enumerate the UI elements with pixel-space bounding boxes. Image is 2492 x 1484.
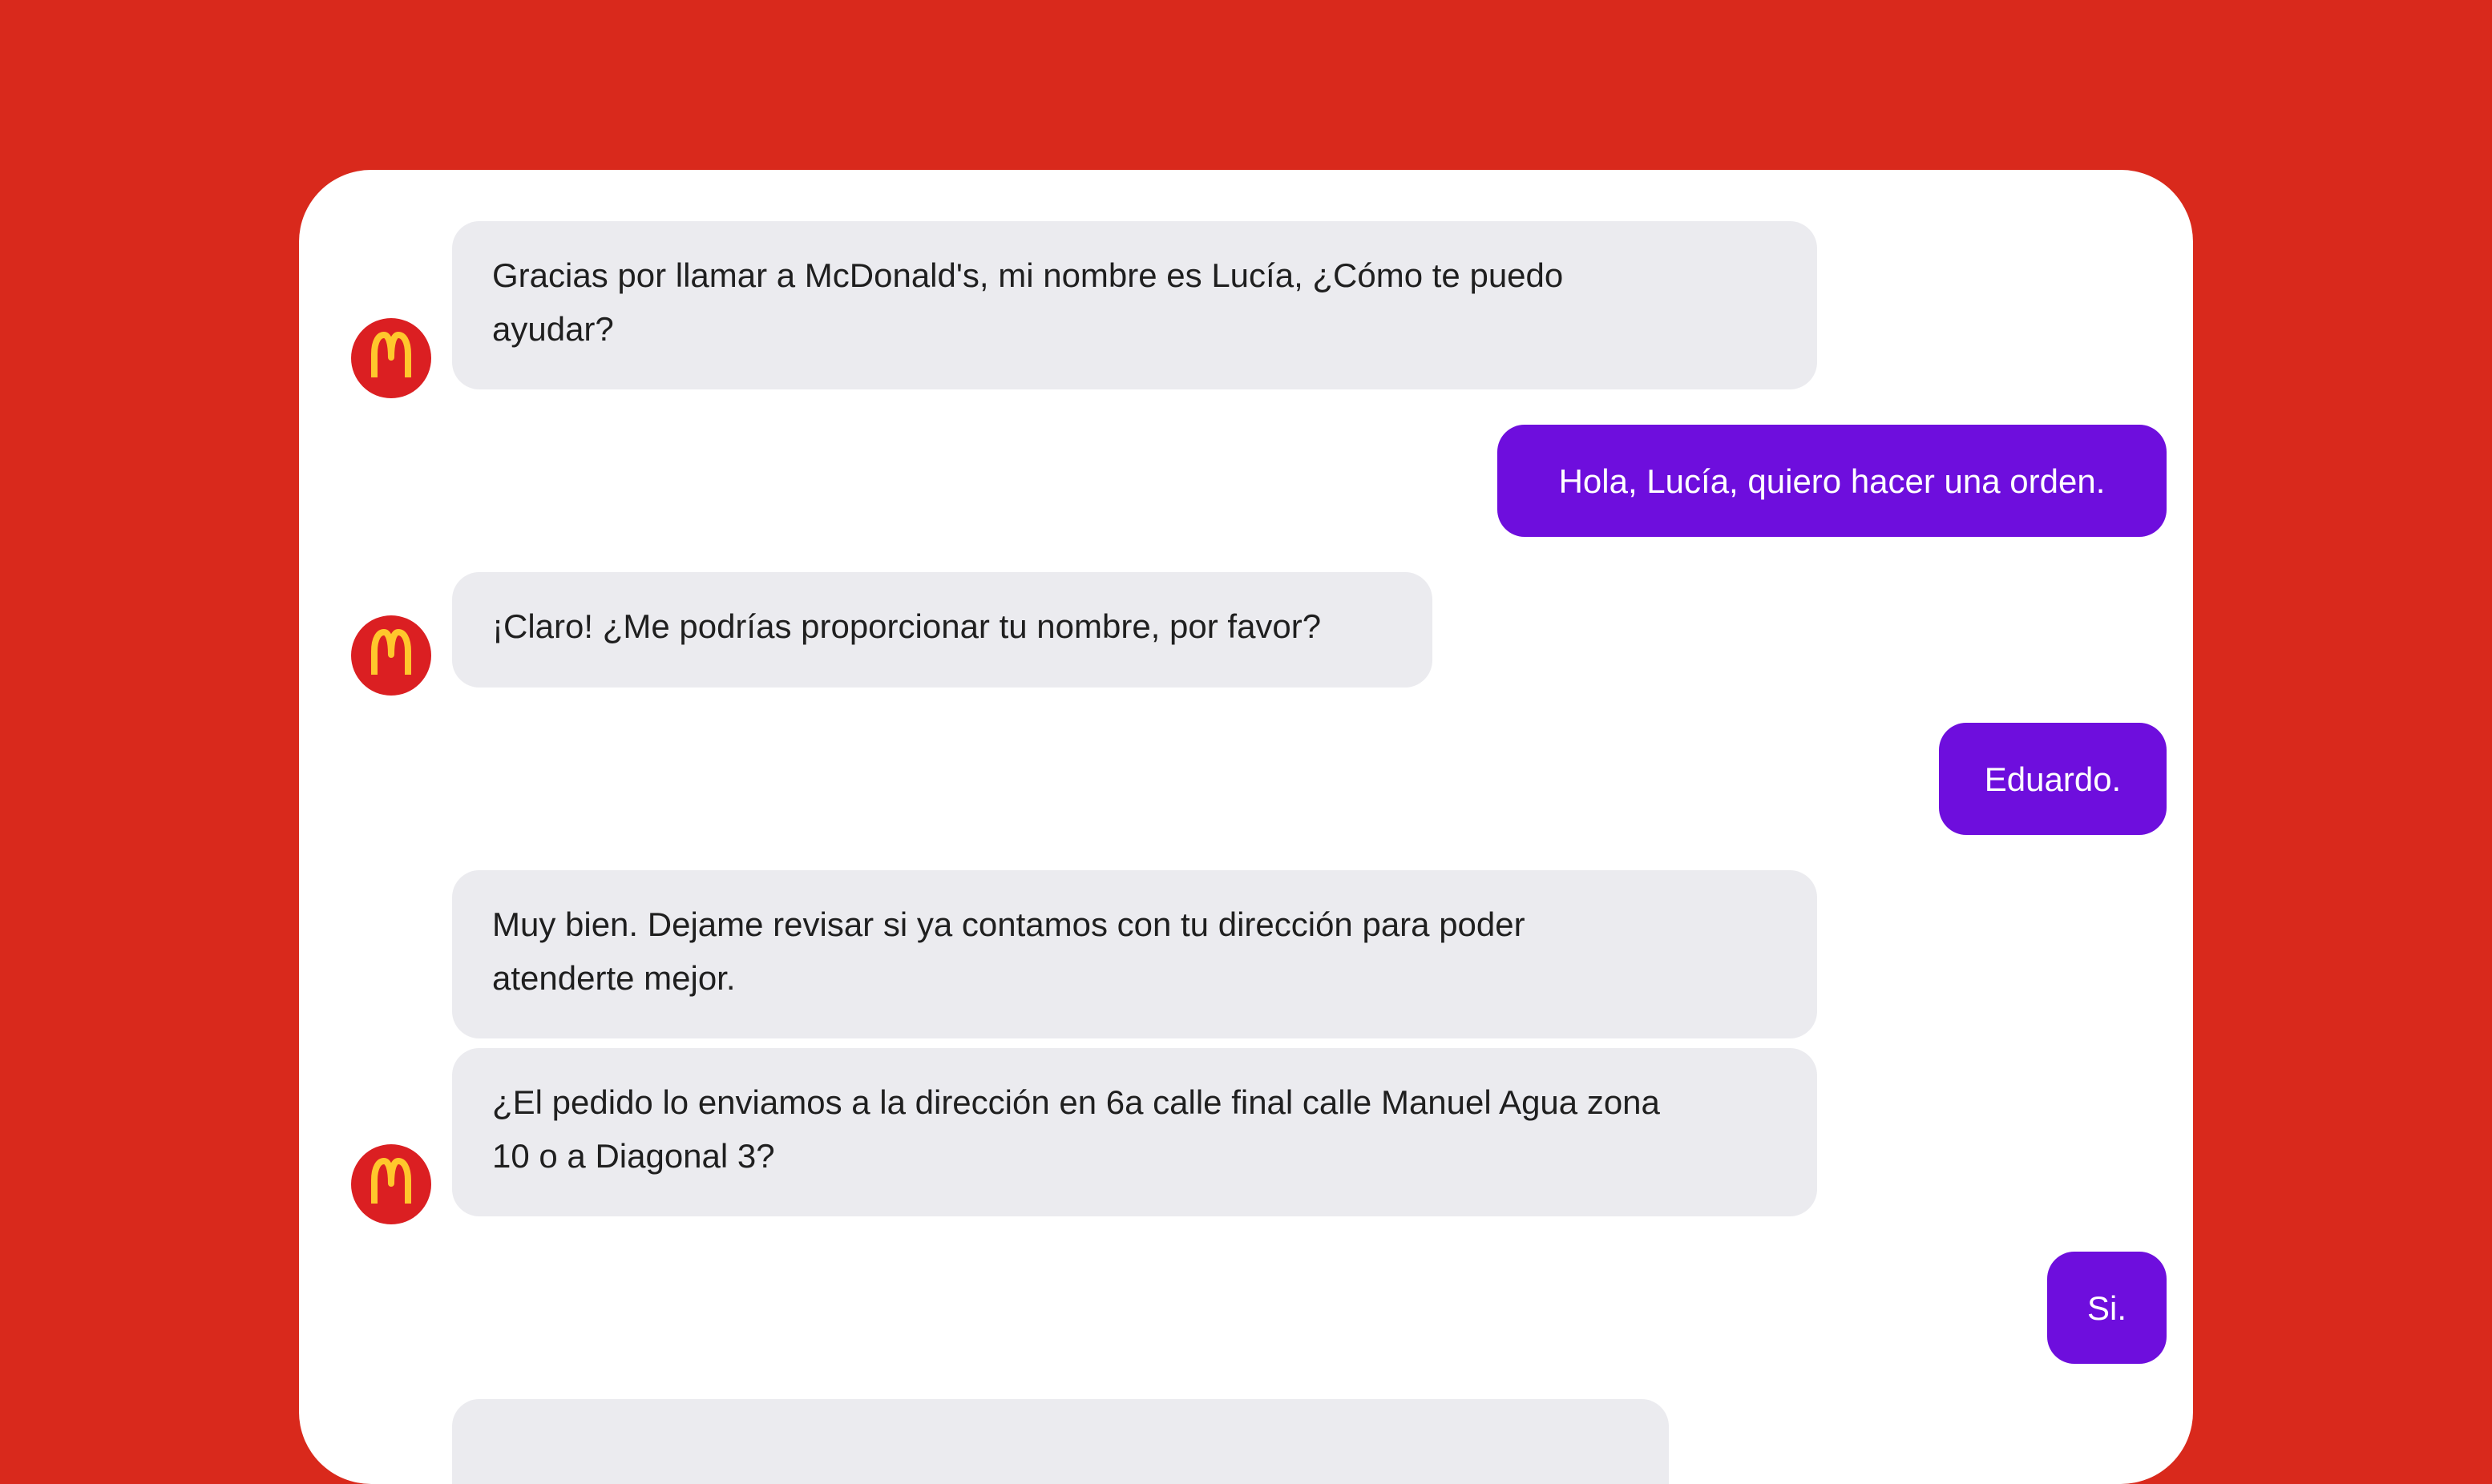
message-line: Si. [2087,1288,2127,1327]
bot-message: Muy bien. Dejame revisar si ya contamos … [452,870,1817,1038]
mcdonalds-arches-icon [371,1158,411,1204]
bot-message [452,1399,1669,1484]
mcdonalds-arches-icon [371,332,411,377]
message-line: ¡Claro! ¿Me podrías proporcionar tu nomb… [492,607,1322,645]
user-message: Hola, Lucía, quiero hacer una orden. [1497,425,2167,537]
user-message: Si. [2047,1252,2167,1364]
chat-window: Gracias por llamar a McDonald's, mi nomb… [299,170,2193,1484]
message-line: 10 o a Diagonal 3? [492,1137,775,1175]
bot-message: Gracias por llamar a McDonald's, mi nomb… [452,221,1817,389]
message-line: Eduardo. [1984,760,2122,798]
message-line: ayudar? [492,310,614,348]
message-line: Gracias por llamar a McDonald's, mi nomb… [492,256,1564,294]
bot-avatar [351,318,431,398]
message-line: atenderte mejor. [492,959,736,997]
bot-avatar [351,1144,431,1224]
bot-message: ¡Claro! ¿Me podrías proporcionar tu nomb… [452,572,1432,688]
bot-avatar [351,615,431,696]
user-message: Eduardo. [1939,723,2167,835]
message-line: Muy bien. Dejame revisar si ya contamos … [492,905,1525,943]
message-line: ¿El pedido lo enviamos a la dirección en… [492,1083,1660,1121]
bot-message: ¿El pedido lo enviamos a la dirección en… [452,1048,1817,1216]
message-line: Hola, Lucía, quiero hacer una orden. [1558,462,2106,500]
mcdonalds-arches-icon [371,629,411,675]
